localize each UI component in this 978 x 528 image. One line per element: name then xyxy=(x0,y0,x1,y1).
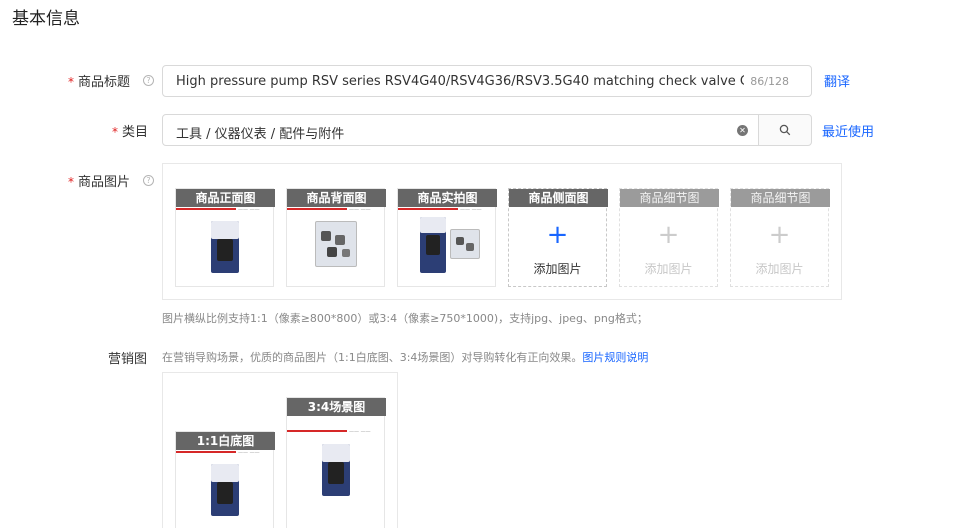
section-title: 基本信息 xyxy=(12,9,80,29)
product-thumbnail: —— —— xyxy=(398,207,495,286)
product-title-label: * 商品标题 xyxy=(68,71,130,90)
product-thumbnail: —— —— xyxy=(287,416,384,528)
slot-caption: 商品正面图 xyxy=(176,189,275,207)
slot-caption: 1:1白底图 xyxy=(176,432,275,450)
product-images-label: * 商品图片 xyxy=(68,171,130,190)
search-icon xyxy=(779,124,791,136)
product-thumbnail: —— —— xyxy=(287,207,384,286)
product-thumbnail: —— —— xyxy=(176,207,273,286)
marketing-label: 营销图 xyxy=(108,352,148,367)
required-mark: * xyxy=(68,175,74,189)
plus-icon: + xyxy=(768,220,791,250)
image-slot-detail: 商品细节图 + 添加图片 xyxy=(730,188,830,287)
slot-caption: 商品背面图 xyxy=(287,189,386,207)
image-slot-back[interactable]: 商品背面图 —— —— xyxy=(286,188,386,287)
category-search-button[interactable] xyxy=(758,114,812,146)
image-slot-front[interactable]: 商品正面图 —— —— xyxy=(175,188,275,287)
product-title-input[interactable]: High pressure pump RSV series RSV4G40/RS… xyxy=(162,65,812,97)
required-mark: * xyxy=(112,125,118,139)
slot-caption: 3:4场景图 xyxy=(287,398,386,416)
marketing-description-text: 在营销导购场景，优质的商品图片（1:1白底图、3:4场景图）对导购转化有正向效果… xyxy=(162,351,583,364)
category-label: * 类目 xyxy=(112,121,148,140)
image-slot-real-shot[interactable]: 商品实拍图 —— —— xyxy=(397,188,497,287)
help-icon[interactable]: ? xyxy=(143,75,154,86)
product-thumbnail: —— —— xyxy=(176,450,273,528)
add-image-text: 添加图片 xyxy=(644,262,693,276)
add-image-text: 添加图片 xyxy=(533,262,582,276)
slot-caption: 商品实拍图 xyxy=(398,189,497,207)
clear-icon[interactable]: ✕ xyxy=(737,125,748,136)
recent-used-link[interactable]: 最近使用 xyxy=(822,121,874,140)
image-slot-detail: 商品细节图 + 添加图片 xyxy=(619,188,719,287)
marketing-images-panel: 1:1白底图 —— —— 3:4场景图 —— —— xyxy=(162,372,398,528)
translate-link[interactable]: 翻译 xyxy=(824,71,850,90)
plus-icon: + xyxy=(657,220,680,250)
category-input[interactable]: 工具 / 仪器仪表 / 配件与附件 ✕ xyxy=(162,114,759,146)
image-slot-side[interactable]: 商品侧面图 + 添加图片 xyxy=(508,188,608,287)
category-value: 工具 / 仪器仪表 / 配件与附件 xyxy=(176,127,345,142)
product-title-label-text: 商品标题 xyxy=(78,75,131,90)
help-icon[interactable]: ? xyxy=(143,175,154,186)
product-images-label-text: 商品图片 xyxy=(78,175,131,190)
plus-icon: + xyxy=(546,220,569,250)
add-image-text: 添加图片 xyxy=(755,262,804,276)
marketing-description: 在营销导购场景，优质的商品图片（1:1白底图、3:4场景图）对导购转化有正向效果… xyxy=(162,349,648,365)
slot-caption: 商品细节图 xyxy=(620,189,719,207)
char-counter: 86/128 xyxy=(750,75,789,88)
product-images-panel: 商品正面图 —— —— 商品背面图 —— —— 商品实拍图 —— —— 商品侧面… xyxy=(162,163,842,300)
category-label-text: 类目 xyxy=(122,125,149,140)
slot-caption: 商品细节图 xyxy=(731,189,830,207)
image-slot-scene[interactable]: 3:4场景图 —— —— xyxy=(286,397,386,528)
image-rules-link[interactable]: 图片规则说明 xyxy=(582,351,648,364)
image-format-hint: 图片横纵比例支持1:1（像素≥800*800）或3:4（像素≥750*1000)… xyxy=(162,312,648,325)
product-title-value: High pressure pump RSV series RSV4G40/RS… xyxy=(176,74,744,89)
required-mark: * xyxy=(68,75,74,89)
slot-caption: 商品侧面图 xyxy=(509,189,608,207)
image-slot-white-bg[interactable]: 1:1白底图 —— —— xyxy=(175,431,275,528)
